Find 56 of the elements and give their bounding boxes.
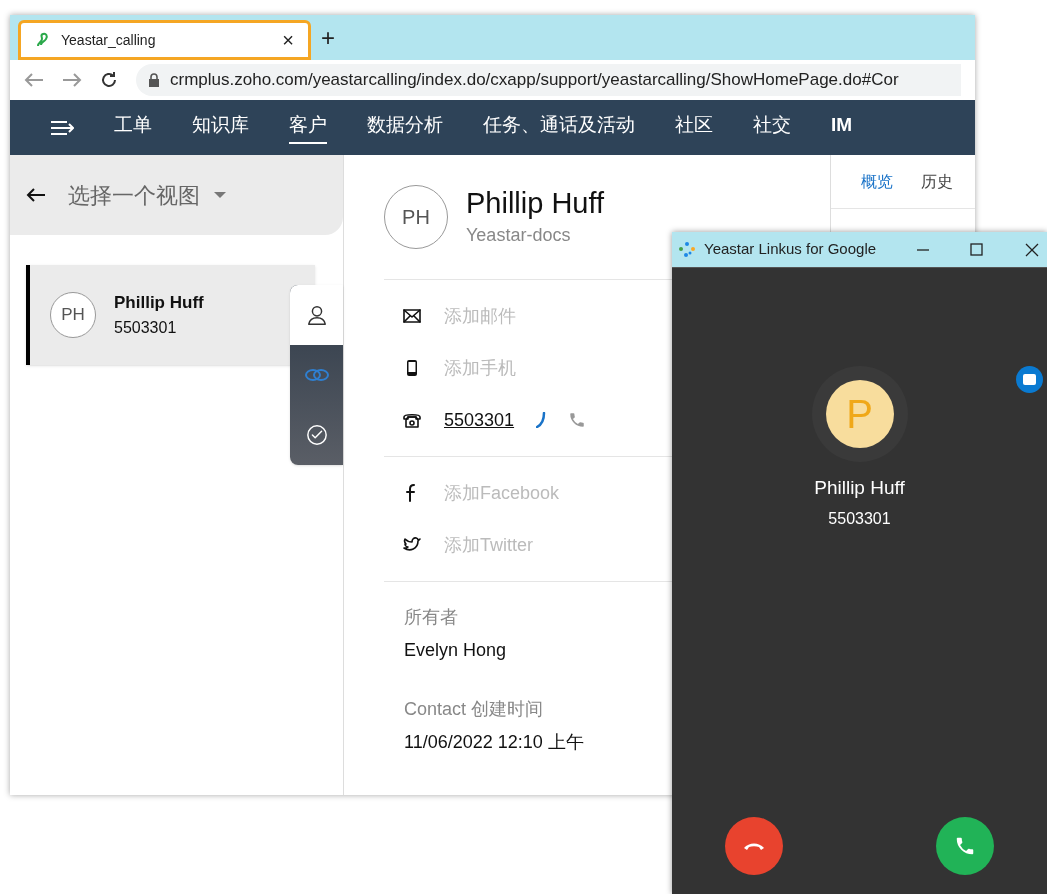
envelope-icon bbox=[403, 309, 421, 323]
nav-item[interactable]: 知识库 bbox=[192, 111, 249, 144]
back-arrow-icon[interactable] bbox=[26, 187, 46, 203]
nav-item[interactable]: 工单 bbox=[114, 111, 152, 144]
address-bar[interactable]: crmplus.zoho.com/yeastarcalling/index.do/cxapp/support/yeastarcalling/ShowHomePage.do#Cor bbox=[136, 64, 961, 96]
panel-tab[interactable]: 概览 bbox=[861, 169, 893, 194]
forward-icon[interactable] bbox=[62, 72, 82, 88]
check-circle-icon bbox=[305, 424, 328, 446]
app-logo-icon bbox=[678, 240, 696, 259]
panel-tab[interactable]: 历史 bbox=[921, 169, 953, 194]
field-value: Evelyn Hong bbox=[404, 639, 508, 662]
back-icon[interactable] bbox=[24, 72, 44, 88]
person-icon bbox=[305, 304, 328, 326]
link-icon bbox=[303, 366, 330, 384]
reload-icon[interactable] bbox=[100, 71, 118, 89]
account-name: Yeastar-docs bbox=[466, 223, 572, 247]
view-selector[interactable]: 选择一个视图 bbox=[68, 178, 226, 212]
field-label: Contact 创建时间 bbox=[404, 698, 545, 721]
contact-name: Phillip Huff bbox=[114, 292, 204, 315]
nav-item[interactable]: IM bbox=[831, 111, 853, 144]
facebook-icon bbox=[406, 484, 418, 502]
maximize-icon[interactable] bbox=[970, 243, 983, 256]
avatar: P bbox=[825, 380, 894, 448]
answer-button[interactable] bbox=[936, 816, 994, 875]
field-label: 所有者 bbox=[404, 606, 459, 629]
contact-card[interactable]: PH Phillip Huff 5503301 bbox=[26, 265, 315, 365]
fn-badge-icon[interactable] bbox=[1016, 366, 1043, 393]
close-icon[interactable] bbox=[1025, 242, 1039, 257]
nav-item[interactable]: 数据分析 bbox=[367, 111, 443, 144]
nav-item[interactable]: 社区 bbox=[675, 111, 713, 144]
app-logo-icon bbox=[35, 32, 51, 48]
caller-name: Phillip Huff bbox=[814, 476, 905, 500]
close-tab-button[interactable]: × bbox=[282, 30, 294, 50]
nav-item[interactable]: 社交 bbox=[753, 111, 791, 144]
decline-button[interactable] bbox=[725, 816, 783, 875]
phone-icon[interactable] bbox=[568, 411, 587, 429]
nav-item[interactable]: 任务、通话及活动 bbox=[483, 111, 635, 144]
caller-number: 5503301 bbox=[828, 508, 891, 529]
mobile-phone-icon bbox=[406, 359, 418, 377]
window-title: Yeastar Linkus for Google bbox=[704, 239, 878, 260]
new-tab-button[interactable]: + bbox=[321, 26, 335, 50]
telephone-icon bbox=[403, 411, 421, 429]
lock-icon bbox=[148, 73, 160, 87]
menu-icon[interactable] bbox=[50, 119, 74, 136]
browser-tab[interactable]: Yeastar_calling × bbox=[18, 20, 311, 60]
contact-title: Phillip Huff bbox=[466, 186, 605, 222]
bird-icon bbox=[403, 537, 421, 553]
tab-title: Yeastar_calling bbox=[61, 30, 157, 50]
caret-icon bbox=[214, 192, 226, 198]
dial-icon[interactable] bbox=[536, 412, 547, 428]
nav-item[interactable]: 客户 bbox=[289, 111, 327, 144]
avatar: PH bbox=[50, 292, 96, 338]
field-value: 11/06/2022 12:10 上午 bbox=[404, 731, 585, 754]
side-tab[interactable] bbox=[290, 285, 343, 345]
phone-link[interactable]: 5503301 bbox=[444, 406, 515, 434]
contact-number: 5503301 bbox=[114, 317, 178, 338]
